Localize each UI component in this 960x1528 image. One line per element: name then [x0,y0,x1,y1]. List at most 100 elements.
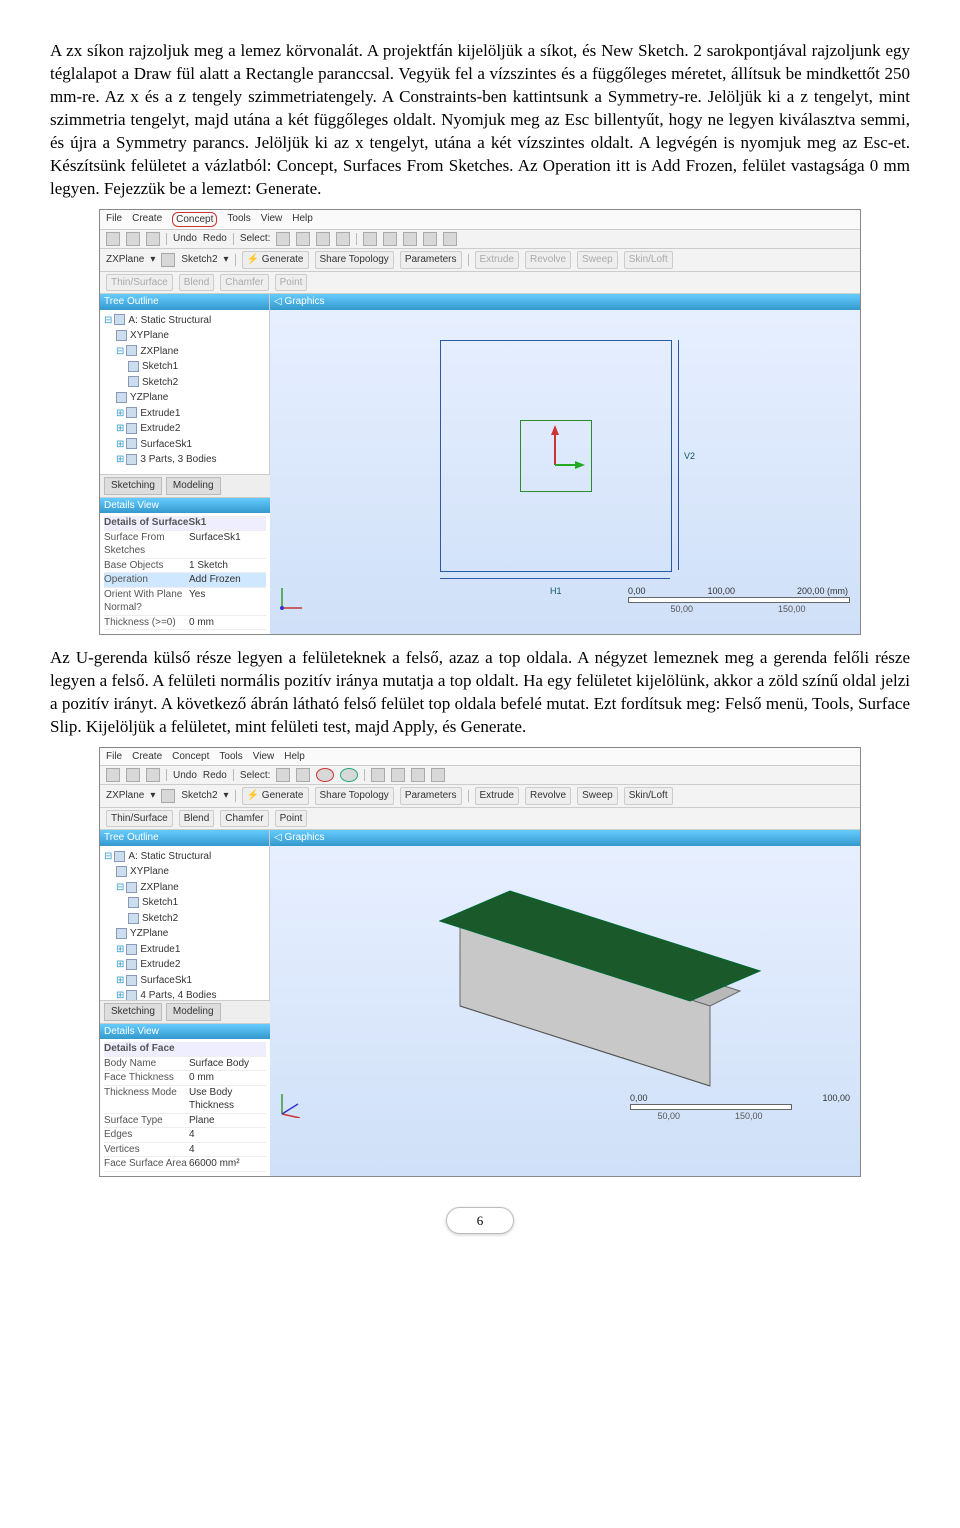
dv-row[interactable]: Vertices4 [104,1143,266,1158]
plane-dropdown-2[interactable]: ZXPlane [106,789,144,803]
undo-button[interactable]: Undo [173,232,197,246]
sel-edge-icon[interactable] [296,768,310,782]
sketch-dropdown-2[interactable]: Sketch2 [181,789,217,803]
menubar-2[interactable]: File Create Concept Tools View Help [100,748,860,767]
canvas-1[interactable]: H1 V2 0,00100,00200,00 (mm) 50,00150,00 [270,310,860,620]
blend-button-2[interactable]: Blend [179,810,215,828]
menu-concept[interactable]: Concept [172,212,217,228]
zoom-box-icon[interactable] [443,232,457,246]
dv-row[interactable]: Surface TypePlane [104,1114,266,1129]
dv-row[interactable]: Face Surface Area66000 mm² [104,1157,266,1172]
dv-row-base[interactable]: Base Objects1 Sketch [104,559,266,574]
toolbar-2-3[interactable]: Thin/Surface Blend Chamfer Point [100,808,860,831]
save-icon[interactable] [146,768,160,782]
tree-tabs-2[interactable]: Sketching Modeling [100,1000,270,1023]
dv-row[interactable]: Body NameSurface Body [104,1057,266,1072]
tree-tabs[interactable]: Sketching Modeling [100,474,270,497]
sweep-button-2[interactable]: Sweep [577,787,618,805]
redo-button[interactable]: Redo [203,769,227,783]
tree-item[interactable]: ⊟ZXPlane [104,880,265,896]
dv-row-surface[interactable]: Surface From SketchesSurfaceSk1 [104,531,266,559]
tree-zxplane[interactable]: ⊟ZXPlane [104,344,265,360]
tree-yzplane[interactable]: YZPlane [104,390,265,406]
new-icon[interactable] [106,232,120,246]
dv-row-operation[interactable]: OperationAdd Frozen [104,573,266,588]
tree-root[interactable]: ⊟A: Static Structural [104,313,265,329]
generate-button[interactable]: ⚡ Generate [242,251,309,269]
tree-sketch2[interactable]: Sketch2 [104,375,265,391]
sel-body-icon[interactable] [340,768,358,782]
thinsurface-button-2[interactable]: Thin/Surface [106,810,173,828]
zoom-icon[interactable] [403,232,417,246]
sketch-dropdown[interactable]: Sketch2 [181,253,217,267]
dv-row-thickness[interactable]: Thickness (>=0)0 mm [104,616,266,631]
redo-button[interactable]: Redo [203,232,227,246]
toolbar-2-2[interactable]: ZXPlane▾ Sketch2▾ ⚡ Generate Share Topol… [100,785,860,808]
tree-sketch1[interactable]: Sketch1 [104,359,265,375]
tree-extrude2[interactable]: ⊞Extrude2 [104,421,265,437]
menu-tools[interactable]: Tools [227,212,250,228]
menu-help[interactable]: Help [292,212,313,228]
thinsurface-button[interactable]: Thin/Surface [106,274,173,292]
share-topology-button[interactable]: Share Topology [315,251,394,269]
tree-outline-2[interactable]: Tree Outline ⊟A: Static Structural XYPla… [100,830,270,1000]
menu-view-2[interactable]: View [253,750,275,764]
sel-point-icon[interactable] [276,232,290,246]
rotate-icon[interactable] [363,232,377,246]
tree-root-2[interactable]: ⊟A: Static Structural [104,849,265,865]
tab-sketching[interactable]: Sketching [104,477,162,495]
plane-icon[interactable] [161,789,175,803]
menu-create[interactable]: Create [132,212,162,228]
tree-item[interactable]: ⊞Extrude2 [104,957,265,973]
menu-create-2[interactable]: Create [132,750,162,764]
chamfer-button-2[interactable]: Chamfer [220,810,268,828]
share-topology-button-2[interactable]: Share Topology [315,787,394,805]
new-icon[interactable] [106,768,120,782]
sel-face-icon[interactable] [316,768,334,782]
sweep-button[interactable]: Sweep [577,251,618,269]
menu-file-2[interactable]: File [106,750,122,764]
toolbar-3[interactable]: Thin/Surface Blend Chamfer Point [100,272,860,295]
tree-outline[interactable]: Tree Outline ⊟A: Static Structural XYPla… [100,294,270,474]
toolbar-2-1[interactable]: Undo Redo Select: [100,766,860,785]
plane-icon[interactable] [161,253,175,267]
tab-sketching-2[interactable]: Sketching [104,1003,162,1021]
point-button-2[interactable]: Point [275,810,308,828]
tree-item[interactable]: ⊞Extrude1 [104,942,265,958]
sel-point-icon[interactable] [276,768,290,782]
tree-surfacesk1[interactable]: ⊞SurfaceSk1 [104,437,265,453]
dv-row[interactable]: Edges4 [104,1128,266,1143]
blend-button[interactable]: Blend [179,274,215,292]
chamfer-button[interactable]: Chamfer [220,274,268,292]
revolve-button[interactable]: Revolve [525,251,571,269]
menubar[interactable]: File Create Concept Tools View Help [100,210,860,231]
canvas-2[interactable]: 0,00100,00 50,00150,00 [270,846,860,1126]
rotate-icon[interactable] [371,768,385,782]
parameters-button-2[interactable]: Parameters [400,787,462,805]
fit-icon[interactable] [431,768,445,782]
open-icon[interactable] [126,768,140,782]
revolve-button-2[interactable]: Revolve [525,787,571,805]
extrude-button-2[interactable]: Extrude [475,787,519,805]
tree-extrude1[interactable]: ⊞Extrude1 [104,406,265,422]
graphics-area-1[interactable]: ◁ Graphics H1 V2 [270,294,860,634]
extrude-button[interactable]: Extrude [475,251,519,269]
zoom-icon[interactable] [411,768,425,782]
menu-help-2[interactable]: Help [284,750,305,764]
menu-tools-2[interactable]: Tools [219,750,242,764]
point-button[interactable]: Point [275,274,308,292]
skinloft-button-2[interactable]: Skin/Loft [624,787,673,805]
tree-item[interactable]: ⊞SurfaceSk1 [104,973,265,989]
dv-row[interactable]: Thickness ModeUse Body Thickness [104,1086,266,1114]
dv-row[interactable]: Face Thickness0 mm [104,1071,266,1086]
dv-row-orient[interactable]: Orient With Plane Normal?Yes [104,588,266,616]
tree-parts[interactable]: ⊞3 Parts, 3 Bodies [104,452,265,468]
pan-icon[interactable] [391,768,405,782]
tab-modeling-2[interactable]: Modeling [166,1003,221,1021]
menu-concept-2[interactable]: Concept [172,750,209,764]
sel-face-icon[interactable] [316,232,330,246]
tree-item[interactable]: YZPlane [104,926,265,942]
pan-icon[interactable] [383,232,397,246]
details-view-1[interactable]: Details View Details of SurfaceSk1 Surfa… [100,497,270,635]
skinloft-button[interactable]: Skin/Loft [624,251,673,269]
